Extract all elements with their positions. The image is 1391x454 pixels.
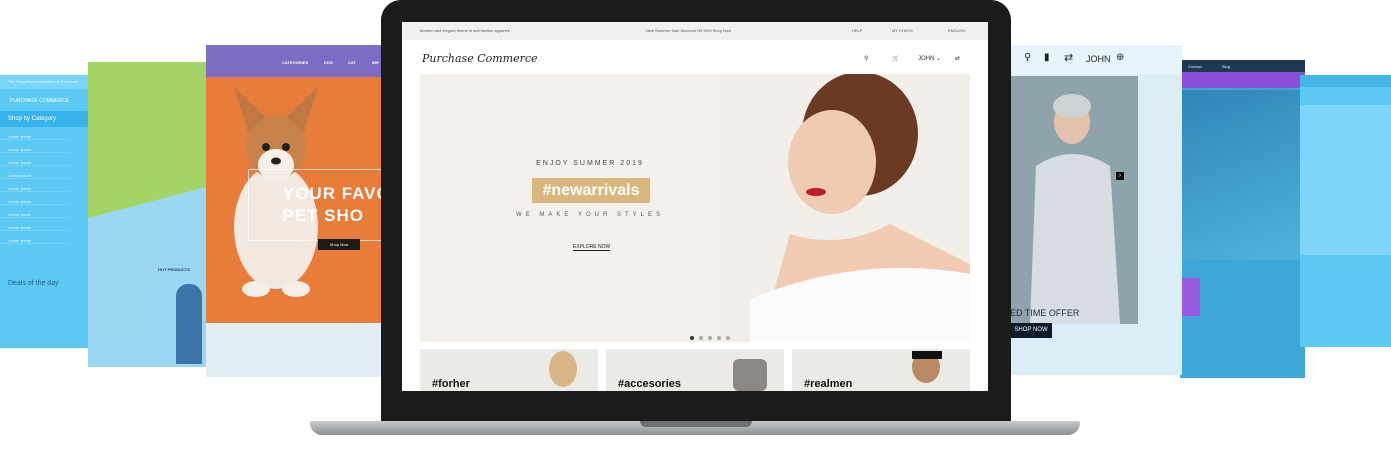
hero-eyebrow: ENJOY SUMMER 2019 <box>536 160 644 167</box>
sport-hero: › <box>1010 76 1138 324</box>
topbar-tagline: Modern and elegant theme to sell fashion… <box>420 28 510 33</box>
topbar-link-language[interactable]: ENGLISH <box>948 28 966 33</box>
promo-image <box>1180 90 1305 260</box>
carousel-dot[interactable] <box>726 336 730 340</box>
user-name: JOHN <box>918 56 935 62</box>
pet-nav: CATEGORIES DOG CAT BIR <box>206 45 396 77</box>
category-item[interactable]: Lorem Ipsum <box>0 166 70 179</box>
category-tile-accesories[interactable]: #accesories <box>606 349 784 391</box>
search-icon[interactable]: ⚲ <box>864 55 868 62</box>
nav-item[interactable]: Contact <box>1188 64 1202 69</box>
man-image <box>912 351 942 383</box>
tile-label: #realmen <box>804 378 853 390</box>
screen-green-theme: HOT PRODUCTS <box>88 62 210 367</box>
purple-block <box>1180 278 1200 316</box>
carousel-dot[interactable] <box>708 336 712 340</box>
tile-label: #forher <box>432 378 470 390</box>
hero-tagline: WE MAKE YOUR STYLES <box>516 212 664 218</box>
offer-heading: ED TIME OFFER <box>1010 308 1080 318</box>
bag-icon[interactable]: ▮ <box>1044 52 1050 63</box>
athlete-image <box>1010 76 1138 324</box>
screen-fashion-blue: The Shopping Destination for Everyone PU… <box>0 75 90 348</box>
cart-icon[interactable]: 🛒 <box>892 55 899 62</box>
topbar-link-check[interactable]: MY CHECK <box>892 28 913 33</box>
category-item[interactable]: Lorem Ipsum <box>0 140 70 153</box>
laptop-notch <box>640 421 752 427</box>
category-item[interactable]: Lorem Ipsum <box>0 231 70 244</box>
nav-item[interactable]: Blog <box>1222 64 1230 69</box>
user-menu[interactable]: JOHN <box>1086 54 1111 64</box>
topbar-link-help[interactable]: HELP <box>852 28 862 33</box>
topbar-text: The Shopping Destination for Everyone <box>0 75 90 89</box>
headline-line-2: PET SHO <box>282 206 364 225</box>
category-item[interactable]: Lorem Ipsum <box>0 205 70 218</box>
shop-now-button[interactable]: Shop Now <box>318 239 360 250</box>
explore-now-link[interactable]: EXPLORE NOW <box>573 244 611 251</box>
hero-banner: ENJOY SUMMER 2019 #newarrivals WE MAKE Y… <box>420 74 970 342</box>
carousel-dots[interactable] <box>690 327 735 342</box>
screen-blue-right <box>1300 75 1391 347</box>
nav-item[interactable]: DOG <box>324 60 333 65</box>
blue-topbar <box>1300 75 1391 87</box>
bag-image <box>733 359 767 391</box>
category-item[interactable]: Lorem Ipsum <box>0 179 70 192</box>
woman-image <box>549 351 577 387</box>
nav-item[interactable]: CATEGORIES <box>282 60 308 65</box>
category-tile-forher[interactable]: #forher <box>420 349 598 391</box>
carousel-dot[interactable] <box>699 336 703 340</box>
user-menu[interactable]: JOHN ⌄ <box>918 55 941 62</box>
green-panel <box>88 62 210 218</box>
category-item[interactable]: Lorem Ipsum <box>0 192 70 205</box>
compare-icon[interactable]: ⇄ <box>1064 51 1073 64</box>
category-tile-realmen[interactable]: #realmen <box>792 349 970 391</box>
sport-nav: ⚲ ▮ ⇄ JOHN ⊕ <box>1010 45 1182 75</box>
hero-hashtag: #newarrivals <box>532 178 650 203</box>
deals-heading: Deals of the day <box>8 280 59 287</box>
search-icon[interactable]: ⚲ <box>1024 52 1031 63</box>
logo: PURCHASE COMMERCE <box>10 98 69 104</box>
purple-subbar <box>1180 72 1305 88</box>
carousel-dot[interactable] <box>690 336 694 340</box>
next-arrow-icon[interactable]: › <box>1116 172 1124 180</box>
laptop-screen: Modern and elegant theme to sell fashion… <box>402 22 988 391</box>
screen-sport-theme: ⚲ ▮ ⇄ JOHN ⊕ › ED TIME OFFER SHOP NOW <box>1010 45 1182 375</box>
category-header[interactable]: Shop by Category <box>0 111 90 127</box>
compare-icon[interactable]: ⇄ <box>955 55 960 62</box>
main-header: Purchase Commerce ⚲ 🛒 JOHN ⌄ ⇄ <box>402 40 988 74</box>
screen-purple-theme: Contact Blog <box>1180 60 1305 378</box>
category-item[interactable]: Lorem Ipsum <box>0 153 70 166</box>
shop-now-button[interactable]: SHOP NOW <box>1010 323 1052 338</box>
brand-logo[interactable]: Purchase Commerce <box>422 52 538 65</box>
nav-item[interactable]: BIR <box>372 60 379 65</box>
carousel-dot[interactable] <box>717 336 721 340</box>
tile-label: #accesories <box>618 378 681 390</box>
blue-hero <box>1300 105 1391 255</box>
screen-pet-shop: CATEGORIES DOG CAT BIR YOUR FAVOU PET SH… <box>206 45 396 377</box>
purple-nav: Contact Blog <box>1180 60 1305 72</box>
category-item[interactable]: Lorem Ipsum <box>0 127 70 140</box>
hot-products-heading: HOT PRODUCTS <box>158 267 190 272</box>
topbar-promo[interactable]: New Summer Sale Discount Off 50% Shop No… <box>646 28 731 33</box>
nav-item[interactable]: CAT <box>348 60 356 65</box>
person-image <box>176 284 202 364</box>
main-topbar: Modern and elegant theme to sell fashion… <box>402 22 988 40</box>
headline-line-1: YOUR FAVOU <box>282 184 396 203</box>
globe-icon[interactable]: ⊕ <box>1116 52 1124 63</box>
category-item[interactable]: Lorem Ipsum <box>0 218 70 231</box>
pet-headline: YOUR FAVOU PET SHO <box>254 183 396 227</box>
model-image <box>720 74 970 342</box>
